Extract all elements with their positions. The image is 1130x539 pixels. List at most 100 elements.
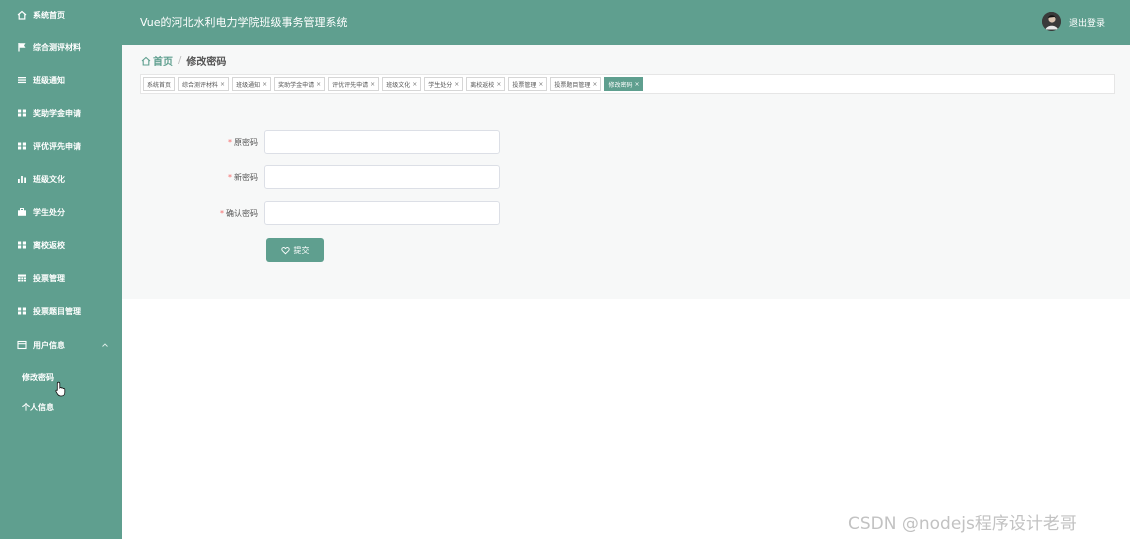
sidebar-item-label: 投票题目管理	[33, 306, 81, 316]
sidebar-item-label: 班级文化	[33, 174, 65, 184]
tag-label: 评优评先申请	[332, 81, 369, 89]
close-icon[interactable]: ×	[262, 81, 267, 88]
logout-link[interactable]: 退出登录	[1069, 16, 1105, 29]
tag-excellence[interactable]: 评优评先申请 ×	[328, 77, 380, 91]
table-icon	[17, 273, 27, 283]
tag-label: 投票题目管理	[554, 81, 591, 89]
tag-vote-question[interactable]: 投票题目管理 ×	[550, 77, 602, 91]
tag-notice[interactable]: 班级通知 ×	[232, 77, 272, 91]
sidebar-item-leave-return[interactable]: 离校返校	[0, 234, 122, 256]
old-password-label-text: 原密码	[234, 138, 258, 147]
tag-label: 班级文化	[386, 81, 411, 89]
top-header: Vue的河北水利电力学院班级事务管理系统 退出登录	[122, 0, 1130, 45]
submit-button-label: 提交	[293, 245, 310, 255]
tag-vote-management[interactable]: 投票管理 ×	[508, 77, 548, 91]
required-mark: *	[220, 209, 224, 218]
app-root: 系统首页 综合测评材料 班级通知 奖助学金申请 评优评先申请 班级文化 学生处分…	[0, 0, 1130, 539]
sidebar-item-label: 奖助学金申请	[33, 108, 81, 118]
tag-discipline[interactable]: 学生处分 ×	[424, 77, 464, 91]
tag-change-password[interactable]: 修改密码 ×	[604, 77, 644, 91]
grid-icon	[17, 108, 27, 118]
confirm-password-label: * 确认密码	[220, 208, 258, 219]
close-icon[interactable]: ×	[412, 81, 417, 88]
chevron-up-icon	[100, 340, 110, 350]
tags-view: 系统首页 综合测评材料 × 班级通知 × 奖助学金申请 × 评优评先申请 × 班级文化 ×…	[140, 74, 1115, 94]
sidebar-item-label: 综合测评材料	[33, 42, 81, 52]
tag-home[interactable]: 系统首页	[143, 77, 176, 91]
sidebar-item-label: 班级通知	[33, 75, 65, 85]
sidebar-item-notice[interactable]: 班级通知	[0, 69, 122, 91]
tag-label: 班级通知	[236, 81, 261, 89]
main-content: 首页 / 修改密码 系统首页 综合测评材料 × 班级通知 × 奖助学金申请 × 评优评…	[122, 45, 1130, 539]
tag-label: 奖助学金申请	[278, 81, 315, 89]
required-mark: *	[228, 138, 232, 147]
sidebar-item-culture[interactable]: 班级文化	[0, 168, 122, 190]
heart-icon	[280, 246, 290, 254]
tag-label: 投票管理	[512, 81, 537, 89]
sidebar-item-label: 投票管理	[33, 273, 65, 283]
app-title: Vue的河北水利电力学院班级事务管理系统	[140, 16, 348, 29]
close-icon[interactable]: ×	[316, 81, 321, 88]
sidebar-item-scholarship[interactable]: 奖助学金申请	[0, 102, 122, 124]
avatar[interactable]	[1042, 12, 1061, 31]
submit-button[interactable]: 提交	[266, 238, 324, 262]
tag-culture[interactable]: 班级文化 ×	[382, 77, 422, 91]
tag-evaluation[interactable]: 综合测评材料 ×	[178, 77, 230, 91]
close-icon[interactable]: ×	[454, 81, 459, 88]
new-password-label-text: 新密码	[234, 173, 258, 182]
list-icon	[17, 75, 27, 85]
required-mark: *	[228, 173, 232, 182]
sidebar-item-label: 用户信息	[33, 340, 65, 350]
home-icon	[17, 10, 27, 20]
tag-leave-return[interactable]: 离校返校 ×	[466, 77, 506, 91]
sidebar: 系统首页 综合测评材料 班级通知 奖助学金申请 评优评先申请 班级文化 学生处分…	[0, 0, 122, 539]
tag-label: 修改密码	[608, 81, 633, 89]
tag-scholarship[interactable]: 奖助学金申请 ×	[274, 77, 326, 91]
sidebar-subitem-change-password[interactable]: 修改密码	[22, 372, 54, 383]
sidebar-item-home[interactable]: 系统首页	[0, 4, 122, 26]
content-panel: 首页 / 修改密码 系统首页 综合测评材料 × 班级通知 × 奖助学金申请 × 评优评…	[122, 45, 1130, 299]
close-icon[interactable]: ×	[538, 81, 543, 88]
close-icon[interactable]: ×	[592, 81, 597, 88]
grid-icon	[17, 240, 27, 250]
new-password-label: * 新密码	[228, 172, 258, 183]
sidebar-item-label: 评优评先申请	[33, 141, 81, 151]
bar-chart-icon	[17, 174, 27, 184]
close-icon[interactable]: ×	[496, 81, 501, 88]
confirm-password-label-text: 确认密码	[226, 209, 258, 218]
sidebar-subitem-profile[interactable]: 个人信息	[22, 402, 54, 413]
new-password-input[interactable]	[264, 165, 500, 189]
sidebar-item-label: 学生处分	[33, 207, 65, 217]
breadcrumb-current: 修改密码	[186, 57, 227, 68]
watermark: CSDN @nodejs程序设计老哥	[848, 514, 1077, 534]
confirm-password-input[interactable]	[264, 201, 500, 225]
tag-label: 学生处分	[428, 81, 453, 89]
close-icon[interactable]: ×	[370, 81, 375, 88]
old-password-label: * 原密码	[228, 137, 258, 148]
grid-icon	[17, 306, 27, 316]
form-row-new-password: * 新密码	[122, 165, 622, 189]
sidebar-item-excellence[interactable]: 评优评先申请	[0, 135, 122, 157]
sidebar-item-vote-management[interactable]: 投票管理	[0, 267, 122, 289]
old-password-input[interactable]	[264, 130, 500, 154]
flag-icon	[17, 42, 27, 52]
breadcrumb: 首页 / 修改密码	[141, 53, 226, 68]
close-icon[interactable]: ×	[634, 81, 639, 88]
breadcrumb-separator: /	[178, 55, 182, 66]
sidebar-item-label: 离校返校	[33, 240, 65, 250]
tag-label: 综合测评材料	[182, 81, 219, 89]
tag-label: 系统首页	[147, 81, 172, 89]
form-row-confirm-password: * 确认密码	[122, 201, 622, 225]
sidebar-item-user-info[interactable]: 用户信息	[0, 334, 122, 356]
close-icon[interactable]: ×	[220, 81, 225, 88]
sidebar-item-vote-question[interactable]: 投票题目管理	[0, 300, 122, 322]
home-icon	[141, 56, 151, 66]
sidebar-item-evaluation[interactable]: 综合测评材料	[0, 36, 122, 58]
breadcrumb-home[interactable]: 首页	[153, 53, 173, 68]
sidebar-item-discipline[interactable]: 学生处分	[0, 201, 122, 223]
window-icon	[17, 340, 27, 350]
grid-icon	[17, 141, 27, 151]
tag-label: 离校返校	[470, 81, 495, 89]
sidebar-item-label: 系统首页	[33, 10, 65, 20]
form-row-old-password: * 原密码	[122, 130, 622, 154]
